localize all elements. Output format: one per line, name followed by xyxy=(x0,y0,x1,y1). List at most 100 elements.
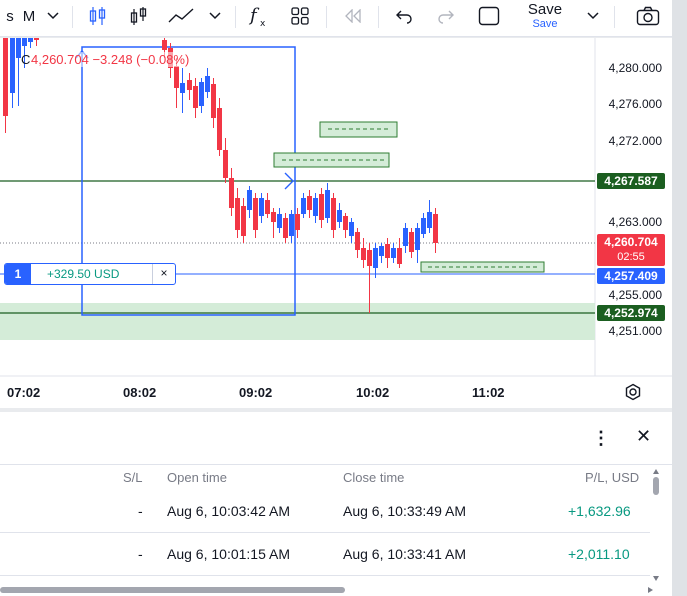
legend-ohlc: 4,260.704 −3.248 (−0.08%) xyxy=(31,52,190,67)
candle-body xyxy=(295,214,300,230)
interval-prev-label[interactable]: s xyxy=(4,0,16,32)
toolbar-separator xyxy=(614,6,615,28)
line-tool-dropdown[interactable] xyxy=(206,0,224,32)
table-row[interactable]: - Aug 6, 10:03:42 AM Aug 6, 10:33:49 AM … xyxy=(0,490,650,533)
candle-body xyxy=(409,232,414,252)
candle-body xyxy=(403,228,408,246)
candle-body xyxy=(283,218,288,238)
save-dropdown-button[interactable] xyxy=(584,0,602,32)
candle-body xyxy=(193,86,198,108)
toolbar-separator xyxy=(235,6,236,28)
tp-zone xyxy=(0,303,595,340)
legend-symbol[interactable]: C xyxy=(21,52,30,67)
position-line-label[interactable]: 1 +329.50 USD × xyxy=(4,263,176,285)
close-position-button[interactable]: × xyxy=(152,264,175,284)
price-tick: 4,280.000 xyxy=(608,61,662,75)
annotation-box-3 xyxy=(420,261,545,273)
col-header-sl[interactable]: S/L xyxy=(123,470,143,485)
col-header-pl[interactable]: P/L, USD xyxy=(585,470,639,485)
candle-body xyxy=(28,38,33,42)
current-price: 4,260.704 xyxy=(604,235,658,249)
candle-body xyxy=(433,214,438,243)
fullscreen-button[interactable] xyxy=(476,0,502,32)
candle-body xyxy=(247,190,252,210)
fx-indicator-button[interactable]: fx xyxy=(247,0,271,32)
col-header-open-time[interactable]: Open time xyxy=(167,470,227,485)
gear-icon xyxy=(625,383,641,401)
candle-body xyxy=(241,206,246,236)
price-tick: 4,255.000 xyxy=(608,288,662,302)
candle-body xyxy=(313,198,318,216)
price-tick: 4,251.000 xyxy=(608,324,662,338)
interval-dropdown-button[interactable] xyxy=(44,0,62,32)
save-sublabel: Save xyxy=(532,18,558,30)
candle-body xyxy=(3,38,8,116)
more-options-button[interactable]: ⋮ xyxy=(592,428,610,449)
redo-button[interactable] xyxy=(434,0,458,32)
candle-body xyxy=(205,76,210,92)
price-chart[interactable] xyxy=(0,38,672,408)
tp-price-badge-bottom: 4,252.974 xyxy=(597,305,665,321)
camera-icon xyxy=(636,6,660,26)
candle-body xyxy=(265,200,270,214)
chevron-down-icon xyxy=(209,12,221,20)
cell-open-time: Aug 6, 10:03:42 AM xyxy=(167,503,290,519)
candle-body xyxy=(427,212,432,228)
chart-panel[interactable]: C 4,260.704 −3.248 (−0.08%) 4,280.000 4,… xyxy=(0,38,672,408)
current-price-badge: 4,260.704 02:55 xyxy=(597,234,665,266)
top-toolbar: s M fx Save Save xyxy=(0,0,687,37)
layout-button[interactable] xyxy=(288,0,312,32)
candle-body xyxy=(421,218,426,234)
time-tick: 11:02 xyxy=(472,385,505,400)
candle-body xyxy=(415,228,420,250)
candle-body xyxy=(277,214,282,228)
candle-body xyxy=(271,212,276,222)
candle-body xyxy=(259,198,264,216)
replay-button[interactable] xyxy=(340,0,366,32)
horizontal-scrollbar[interactable] xyxy=(0,586,660,594)
candle-body xyxy=(211,84,216,118)
chevron-down-icon xyxy=(47,12,59,20)
svg-text:x: x xyxy=(260,19,266,28)
position-pl: +329.50 USD xyxy=(47,267,120,281)
close-panel-button[interactable]: ✕ xyxy=(636,426,651,447)
price-tick: 4,272.000 xyxy=(608,134,662,148)
vertical-scrollbar[interactable] xyxy=(651,466,661,586)
cell-sl: - xyxy=(138,546,143,562)
cell-close-time: Aug 6, 10:33:41 AM xyxy=(343,546,466,562)
entry-price-badge: 4,257.409 xyxy=(597,268,665,284)
candle-body xyxy=(397,248,402,264)
position-qty[interactable]: 1 xyxy=(5,264,31,284)
toolbar-separator xyxy=(378,6,379,28)
interval-button[interactable]: M xyxy=(20,0,38,32)
candle-body xyxy=(180,83,185,93)
candle-body xyxy=(367,250,372,266)
price-tick: 4,263.000 xyxy=(608,215,662,229)
undo-button[interactable] xyxy=(392,0,416,32)
save-button[interactable]: Save Save xyxy=(522,1,568,30)
candle-body xyxy=(325,190,330,218)
panel-header: ⋮ ✕ xyxy=(0,412,672,465)
toolbar-separator xyxy=(326,6,327,28)
candles-button[interactable] xyxy=(86,0,110,32)
candle-body xyxy=(162,40,167,50)
candle-body xyxy=(253,198,258,230)
save-label: Save xyxy=(527,1,563,18)
interval-partial: s xyxy=(6,7,14,25)
indicators-button[interactable] xyxy=(127,0,151,32)
cell-pl: +1,632.96 xyxy=(568,503,631,519)
screenshot-button[interactable] xyxy=(634,0,662,32)
square-icon xyxy=(478,6,500,26)
price-tick: 4,276.000 xyxy=(608,97,662,111)
col-header-close-time[interactable]: Close time xyxy=(343,470,404,485)
interval-label: M xyxy=(22,7,36,25)
account-manager-panel: ⋮ ✕ S/L Open time Close time P/L, USD - … xyxy=(0,412,672,596)
candle-body xyxy=(301,198,306,214)
grid-icon xyxy=(291,7,309,25)
right-edge-strip xyxy=(672,0,687,596)
table-row[interactable]: - Aug 6, 10:01:15 AM Aug 6, 10:33:41 AM … xyxy=(0,533,650,576)
candle-body xyxy=(22,38,27,46)
line-tool-button[interactable] xyxy=(166,0,196,32)
function-icon: fx xyxy=(248,5,266,28)
chart-settings-button[interactable] xyxy=(624,383,642,406)
